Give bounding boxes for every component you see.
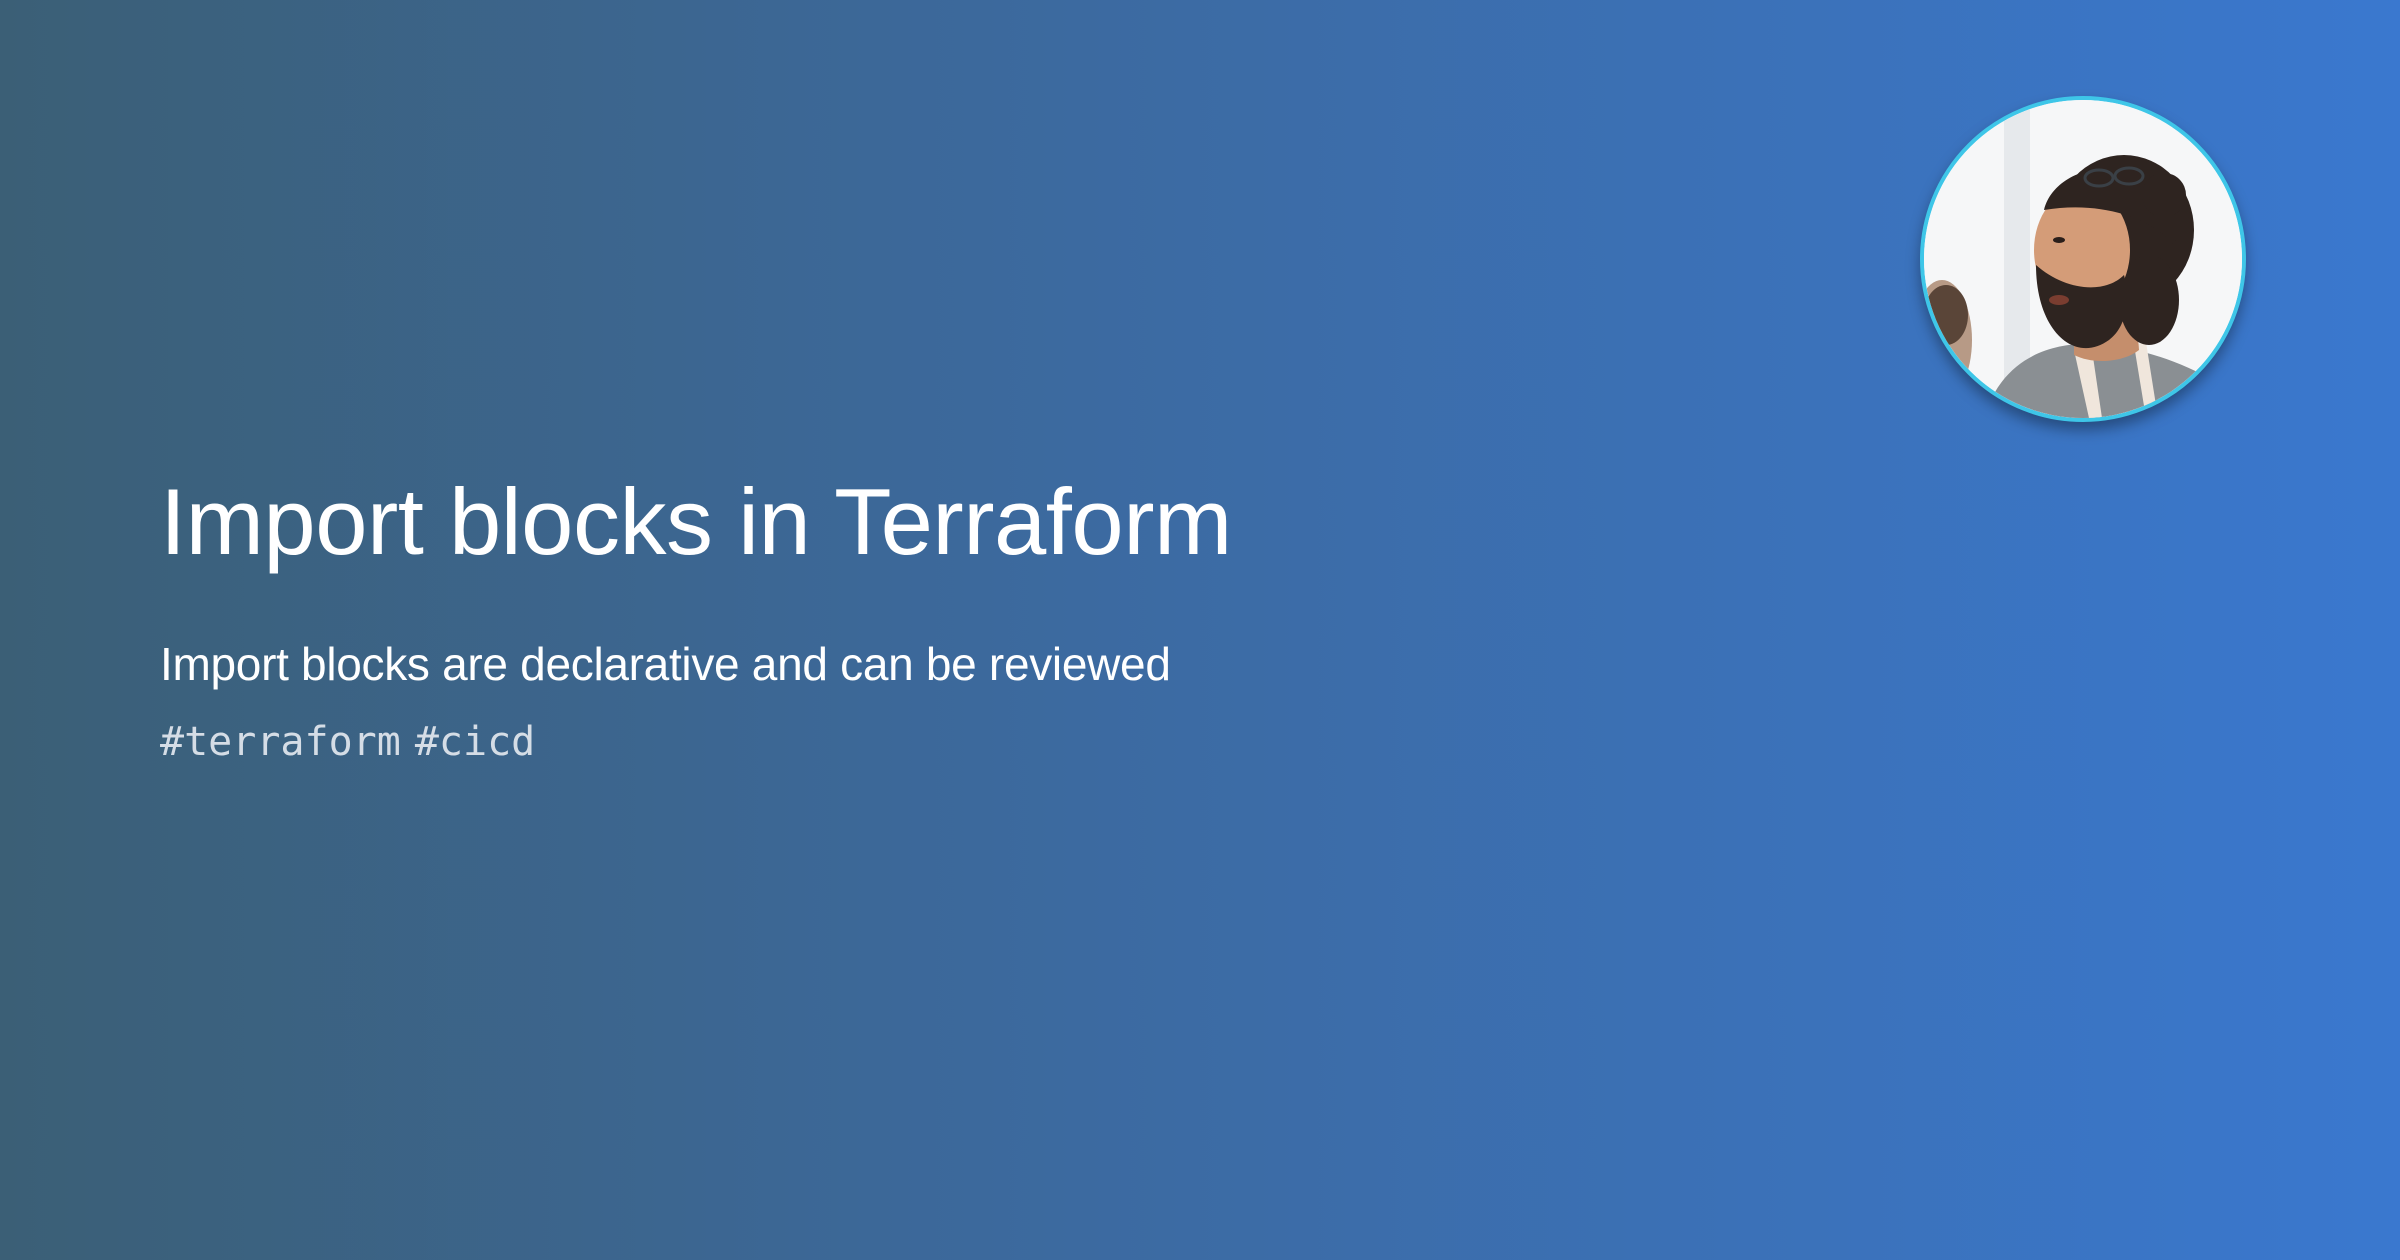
author-photo-icon [1924, 100, 2242, 418]
tag-cicd[interactable]: #cicd [415, 719, 535, 765]
author-avatar [1920, 96, 2246, 422]
tag-terraform[interactable]: #terraform [160, 719, 401, 765]
post-title: Import blocks in Terraform [160, 469, 1232, 574]
tag-list: #terraform #cicd [160, 719, 1660, 765]
post-card-content: Import blocks in Terraform Import blocks… [160, 470, 1660, 765]
post-subtitle: Import blocks are declarative and can be… [160, 638, 1171, 691]
